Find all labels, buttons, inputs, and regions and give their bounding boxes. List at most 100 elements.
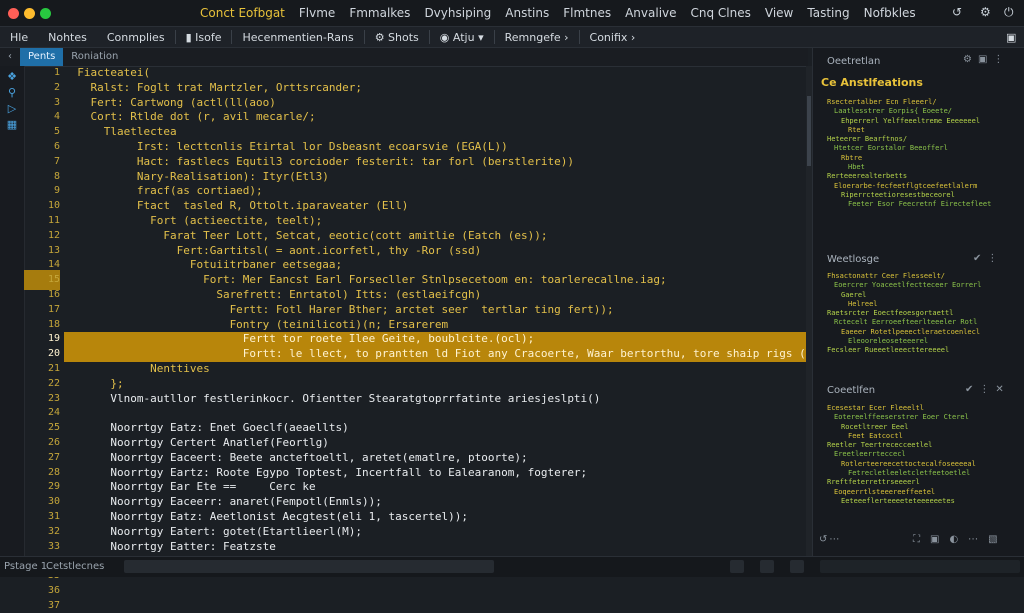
panel-list-item[interactable]: Eeteeeflerteeeeteteeeeeetes <box>827 497 1019 506</box>
toolbar-item-atju[interactable]: ◉ Atju ▾ <box>430 31 494 44</box>
search-icon[interactable]: ⚲ <box>0 86 24 102</box>
status-icon[interactable] <box>730 560 744 573</box>
panel-list-item[interactable]: Feet Eatcoctl <box>827 432 1019 441</box>
code-line[interactable]: Cort: Rtlde dot (r, avil mecarle/; <box>64 110 806 125</box>
panel-list-item[interactable]: Ehperrerl Yelffeeeltreme Eeeeeeel <box>827 117 1019 126</box>
code-line[interactable]: Noorrtgy Eaceert: Beete ancteftoeltl, ar… <box>64 451 806 466</box>
panel-toggle-icon[interactable]: ▣ <box>1006 31 1016 44</box>
refresh-icon[interactable]: ↺⋯ <box>819 534 841 545</box>
debug-icon[interactable]: ▷ <box>0 102 24 118</box>
code-line[interactable]: Fontry (teinilicoti)(n; Ersarerem <box>64 318 806 333</box>
code-line[interactable]: Sarefrett: Enrtatol) Itts: (estlaeifcgh) <box>64 288 806 303</box>
code-line[interactable]: Ftact tasled R, Ottolt.iparaveater (Ell) <box>64 199 806 214</box>
toolbar-item-remngefe[interactable]: Remngefe › <box>495 31 579 44</box>
code-line[interactable]: Fort (actieectite, teelt); <box>64 214 806 229</box>
minimize-window-button[interactable] <box>24 8 35 19</box>
code-line[interactable]: Fortt: le llect, to prantten ld Fiot any… <box>64 347 806 362</box>
panel-list-item[interactable]: Eloerarbe-fecfeetflgtceefeetlalerm <box>827 182 1019 191</box>
code-line[interactable]: Nenttives <box>64 362 806 377</box>
panel-list-item[interactable]: Laatlesstrer Eorpis{ Eoeete/ <box>827 107 1019 116</box>
extensions-icon[interactable]: ▦ <box>0 118 24 134</box>
code-line[interactable]: Farat Teer Lott, Setcat, eeotic(cott ami… <box>64 229 806 244</box>
menu-item[interactable]: Fmmalkes <box>349 6 410 20</box>
panel-footer-icons[interactable]: ⛶▣◐⋯▧ <box>913 534 1008 545</box>
toolbar-item-isofe[interactable]: ▮ Isofe <box>176 31 232 44</box>
panel-list-item[interactable]: Feeter Esor Feecretnf Eirectefleet <box>827 200 1019 209</box>
code-line[interactable]: Irst: lecttcnlis Etirtal lor Dsbeasnt ec… <box>64 140 806 155</box>
code-line[interactable]: Vlnom-autllor festlerinkocr. Ofientter S… <box>64 392 806 407</box>
code-line[interactable]: Fert: Cartwong (actl(ll(aoo) <box>64 96 806 111</box>
panel-list-item[interactable]: Heteerer Bearftnos/ <box>827 135 1019 144</box>
power-icon[interactable]: ⏻ <box>1004 5 1014 20</box>
code-line[interactable]: Fertt tor roete Ilee Geite, boublcite.(o… <box>64 332 806 348</box>
code-line[interactable]: Noorrtgy Eartz: Roote Egypo Toptest, Inc… <box>64 466 806 481</box>
panel-list-item[interactable]: Gaerel <box>827 291 1019 300</box>
panel-list-item[interactable]: Ereetleerrteccecl <box>827 450 1019 459</box>
code-line[interactable]: Fertt: Fotl Harer Bther; arctet seer ter… <box>64 303 806 318</box>
toolbar-item-shots[interactable]: ⚙ Shots <box>365 31 429 44</box>
panel-actions-icon[interactable]: ⚙▣⋮ <box>963 54 1009 65</box>
toolbar-item-conifix[interactable]: Conifix › <box>580 31 646 44</box>
menu-item[interactable]: Conct Eofbgat <box>200 6 285 20</box>
code-line[interactable]: Fert:Gartitsl( = aont.icorfetl, thy -Ror… <box>64 244 806 259</box>
menu-item[interactable]: Dvyhsiping <box>424 6 491 20</box>
panel-list-item[interactable]: Rerteeerealterbetts <box>827 172 1019 181</box>
panel-list-item[interactable]: Helreel <box>827 300 1019 309</box>
back-arrow-icon[interactable]: ‹ <box>0 48 20 66</box>
menu-item[interactable]: Flmtnes <box>563 6 611 20</box>
settings-icon[interactable]: ⚙ <box>980 5 991 19</box>
code-line[interactable]: Noorrtgy Ear Ete == Cerc ke <box>64 480 806 495</box>
code-line[interactable]: Hact: fastlecs Equtil3 corcioder festeri… <box>64 155 806 170</box>
tab-roniation[interactable]: Roniation <box>63 48 126 66</box>
panel-list-item[interactable]: Reetler Teertrececceetlel <box>827 441 1019 450</box>
panel-list-item[interactable]: Eleooreleoseteeerel <box>827 337 1019 346</box>
code-line[interactable]: }; <box>64 377 806 392</box>
toolbar-item-compiles[interactable]: Conmplies <box>97 31 175 44</box>
panel-list-item[interactable]: Rctecelt Eerroeefteerlteeeler Rotl <box>827 318 1019 327</box>
code-line[interactable]: Fiacteatei( <box>64 66 806 81</box>
panel-list-item[interactable]: Rotlerteereecettoctecalfoseeeeal <box>827 460 1019 469</box>
menu-item[interactable]: Cnq Clnes <box>691 6 751 20</box>
menu-item[interactable]: Anvalive <box>625 6 676 20</box>
panel-list-item[interactable]: Riperrcteetioresestbeceorel <box>827 191 1019 200</box>
code-line[interactable]: Noorrtgy Eatz: Aeetlonist Aecgtest(eli 1… <box>64 510 806 525</box>
code-line[interactable]: Fotuiitrbaner eetsegaa; <box>64 258 806 273</box>
code-line[interactable]: Noorrtgy Eatz: Enet Goeclf(aeaellts) <box>64 421 806 436</box>
panel-list-item[interactable]: Eoqeerrtlsteeereeffeetel <box>827 488 1019 497</box>
status-icon[interactable] <box>760 560 774 573</box>
code-line[interactable]: fracf(as cortiaed); <box>64 184 806 199</box>
panel-list-item[interactable]: Rbtre <box>827 154 1019 163</box>
code-line[interactable]: Noorrtgy Eaceerr: anaret(Fempotl(Enmls))… <box>64 495 806 510</box>
panel-list-item[interactable]: Ecesestar Ecer Fleeeltl <box>827 404 1019 413</box>
tab-pents[interactable]: Pents <box>20 48 64 66</box>
code-line[interactable]: Noorrtgy Certert Anatlef(Feortlg) <box>64 436 806 451</box>
toolbar-item-hle[interactable]: Hle <box>0 31 38 44</box>
menu-item[interactable]: Flvme <box>299 6 335 20</box>
code-line[interactable]: Ralst: Foglt trat Martzler, Orttsrcander… <box>64 81 806 96</box>
panel-list-item[interactable]: Rsectertalber Ecn Fleeerl/ <box>827 98 1019 107</box>
panel-list-item[interactable]: Raetsrcter Eoectfeoesgortaettl <box>827 309 1019 318</box>
maximize-window-button[interactable] <box>40 8 51 19</box>
panel-list-item[interactable]: Eotereelffeeserstrer Eoer Cterel <box>827 413 1019 422</box>
history-icon[interactable]: ↺ <box>952 5 962 19</box>
status-input[interactable] <box>124 560 494 573</box>
toolbar-item-rans[interactable]: Hecenmentien-Rans <box>232 31 363 44</box>
panel-list-item[interactable]: Hbet <box>827 163 1019 172</box>
menu-item[interactable]: View <box>765 6 793 20</box>
code-line[interactable]: Noorrtgy Eatter: Featzste <box>64 540 806 555</box>
panel-list-item[interactable]: Fetrecletleeletcletfeetoetlel <box>827 469 1019 478</box>
menu-item[interactable]: Tasting <box>807 6 849 20</box>
section-actions-icon[interactable]: ✔⋮✕ <box>965 384 1010 395</box>
code-line[interactable]: Tlaetlectea <box>64 125 806 140</box>
panel-list-item[interactable]: Eaeeer Rotetlpeeectleraetcoenlecl <box>827 328 1019 337</box>
panel-list-item[interactable]: Rtet <box>827 126 1019 135</box>
panel-list-item[interactable]: Htetcer Eorstalor Beeofferl <box>827 144 1019 153</box>
panel-list-item[interactable]: Rreftfeterrettrseeeerl <box>827 478 1019 487</box>
panel-list-item[interactable]: Eoercrer Yoaceetlfectteceer Eorrerl <box>827 281 1019 290</box>
code-line[interactable]: Noorrtgy Eatert: gotet(Etartlieerl(M); <box>64 525 806 540</box>
menu-item[interactable]: Anstins <box>505 6 549 20</box>
panel-list-item[interactable]: Fecsleer Rueeetleeecttereeeel <box>827 346 1019 355</box>
code-line[interactable]: Nary-Realisation): Ityr(Etl3) <box>64 170 806 185</box>
panel-list-item[interactable]: Rocetltreer Eeel <box>827 423 1019 432</box>
close-window-button[interactable] <box>8 8 19 19</box>
